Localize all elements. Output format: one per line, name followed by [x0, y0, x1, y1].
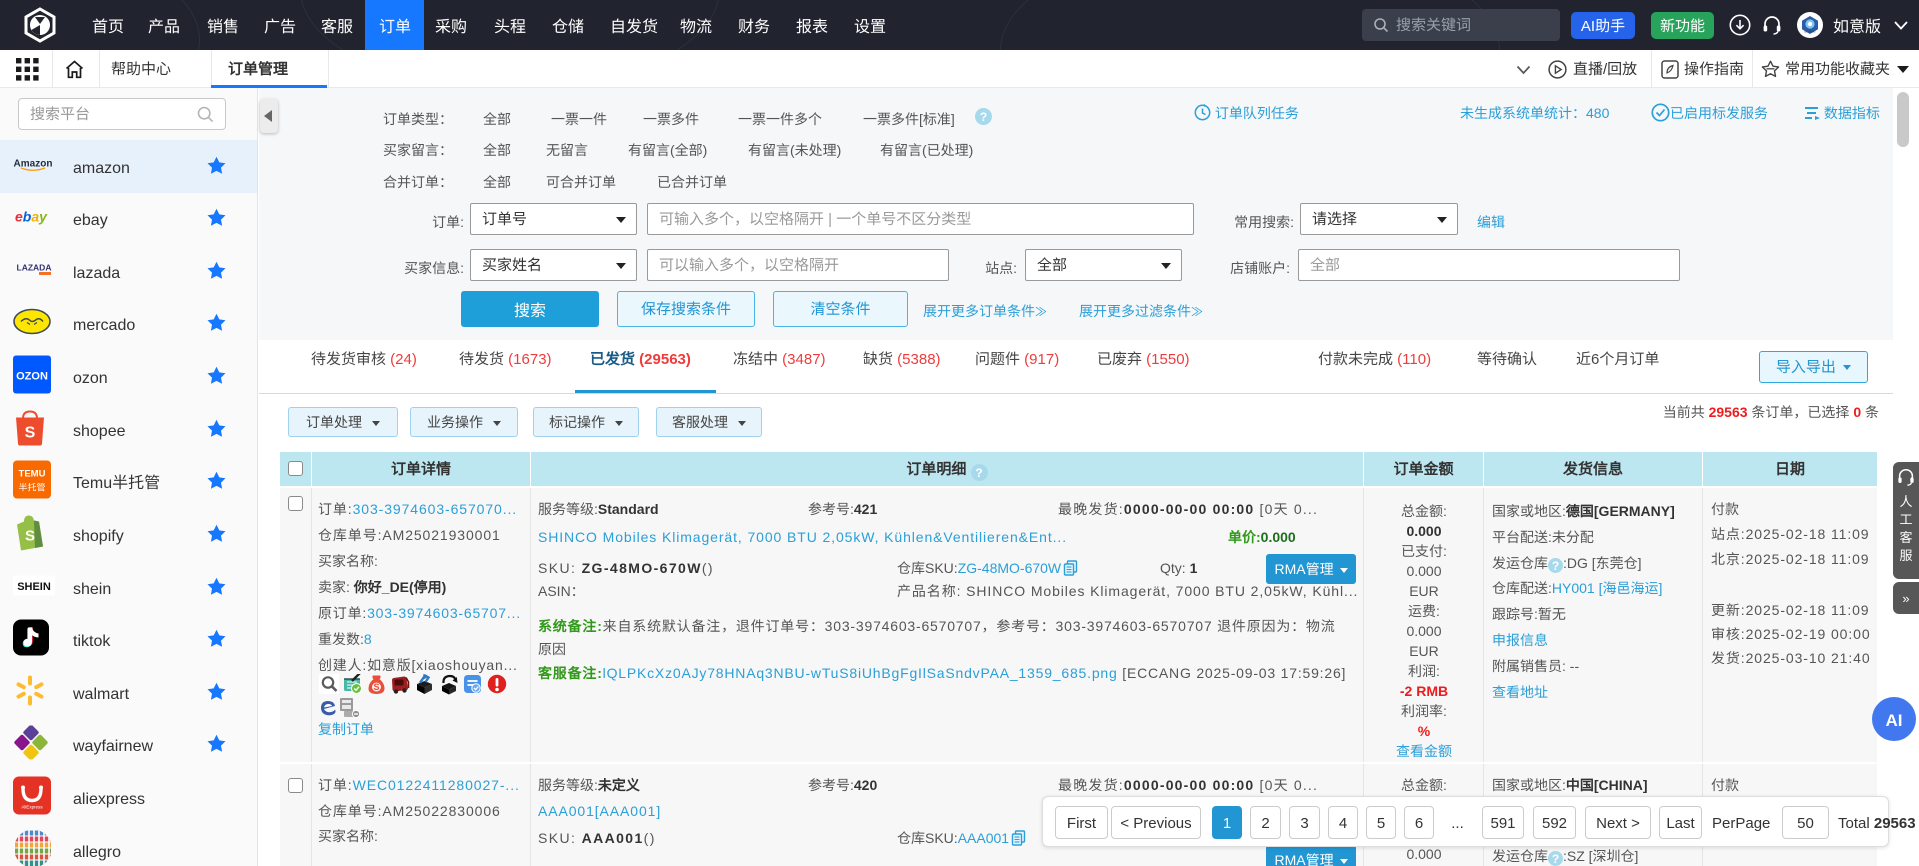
svg-text:S: S: [373, 682, 379, 692]
svg-text:OZON: OZON: [16, 370, 48, 382]
svg-text:S: S: [25, 424, 36, 441]
svg-text:ebay: ebay: [15, 208, 48, 224]
svg-text:LAZADA: LAZADA: [17, 262, 52, 272]
svg-text:SHEIN: SHEIN: [17, 581, 51, 593]
svg-text:Amazon: Amazon: [14, 158, 53, 169]
svg-text:AliExpress: AliExpress: [21, 804, 43, 809]
svg-text:半托管: 半托管: [18, 480, 45, 493]
svg-text:TEMU: TEMU: [19, 468, 46, 479]
svg-text:S: S: [25, 527, 35, 544]
svg-text:ECCANG: ECCANG: [1804, 29, 1815, 33]
